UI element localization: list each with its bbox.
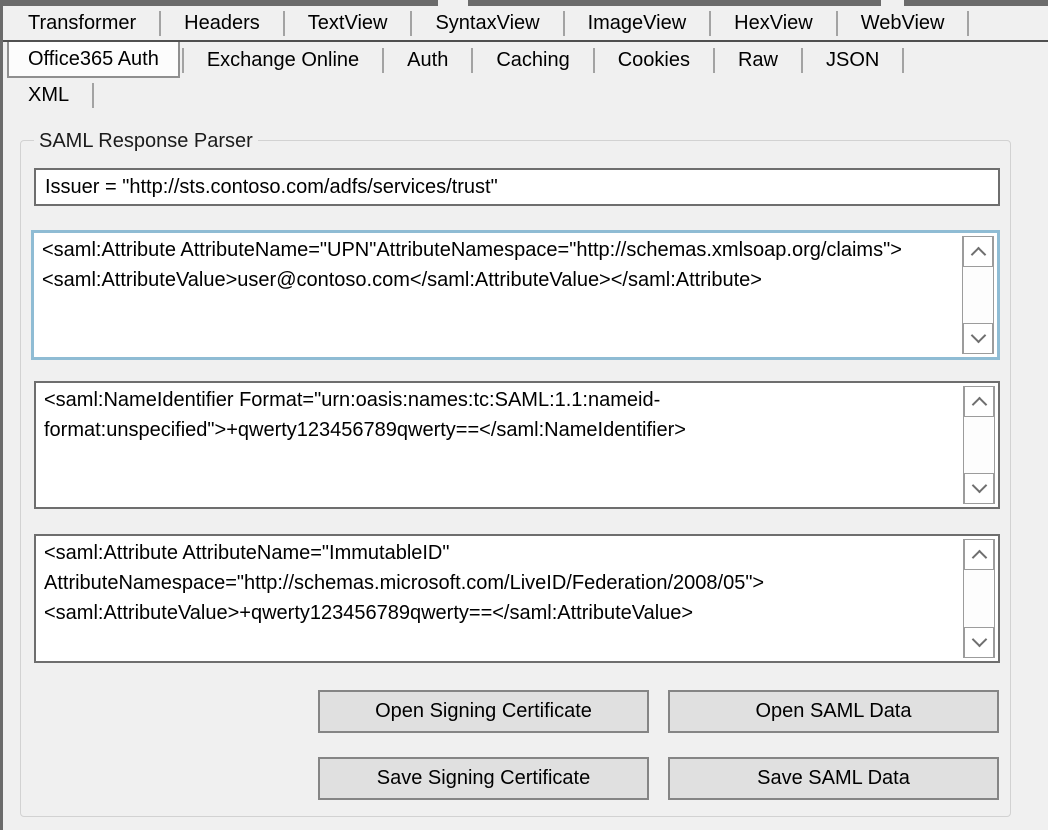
tab-separator — [92, 82, 95, 108]
scroll-down-button[interactable] — [964, 627, 994, 658]
tab-exchange-online[interactable]: Exchange Online — [186, 42, 380, 78]
inspector-panel: Transformer Headers TextView SyntaxView … — [0, 0, 1048, 830]
tab-json[interactable]: JSON — [805, 42, 900, 78]
tab-auth[interactable]: Auth — [386, 42, 469, 78]
tab-row-3: XML — [3, 78, 1048, 112]
chevron-down-icon — [970, 327, 986, 344]
tab-webview[interactable]: WebView — [840, 6, 966, 40]
tab-separator — [410, 10, 413, 36]
chevron-down-icon — [971, 477, 987, 494]
tab-separator — [181, 47, 184, 73]
tab-separator — [967, 10, 970, 36]
immutable-id-textbox[interactable]: <saml:Attribute AttributeName="Immutable… — [34, 534, 1000, 663]
scroll-down-button[interactable] — [964, 473, 994, 504]
tab-row-2: Office365 Auth Exchange Online Auth Cach… — [3, 40, 1048, 78]
tab-textview[interactable]: TextView — [287, 6, 409, 40]
name-identifier-text[interactable]: <saml:NameIdentifier Format="urn:oasis:n… — [36, 383, 963, 507]
chevron-up-icon — [970, 246, 986, 263]
open-saml-data-button[interactable]: Open SAML Data — [668, 690, 999, 733]
tab-separator — [592, 47, 595, 73]
chevron-up-icon — [971, 549, 987, 566]
groupbox-title: SAML Response Parser — [34, 130, 258, 153]
tab-xml[interactable]: XML — [7, 78, 90, 112]
name-identifier-textbox[interactable]: <saml:NameIdentifier Format="urn:oasis:n… — [34, 381, 1000, 509]
tab-separator — [902, 47, 905, 73]
tab-separator — [282, 10, 285, 36]
tab-hexview[interactable]: HexView — [713, 6, 834, 40]
tab-headers[interactable]: Headers — [163, 6, 281, 40]
tab-separator — [562, 10, 565, 36]
vertical-scrollbar[interactable] — [962, 236, 994, 354]
inspector-tabstrip: Transformer Headers TextView SyntaxView … — [3, 6, 1048, 112]
upn-attribute-textbox[interactable]: <saml:Attribute AttributeName="UPN"Attri… — [31, 230, 1000, 360]
tab-separator — [801, 47, 803, 73]
tab-separator — [471, 47, 474, 73]
tab-raw[interactable]: Raw — [717, 42, 799, 78]
tab-cookies[interactable]: Cookies — [597, 42, 711, 78]
left-edge-divider — [0, 0, 3, 830]
tab-transformer[interactable]: Transformer — [7, 6, 157, 40]
tab-separator — [712, 47, 715, 73]
issuer-field[interactable]: Issuer = "http://sts.contoso.com/adfs/se… — [34, 168, 1000, 206]
scroll-up-button[interactable] — [964, 539, 994, 570]
tab-separator — [835, 10, 838, 36]
vertical-scrollbar[interactable] — [963, 386, 995, 504]
scroll-up-button[interactable] — [964, 386, 994, 417]
tab-syntaxview[interactable]: SyntaxView — [414, 6, 560, 40]
tab-separator — [382, 47, 385, 73]
saml-response-parser-groupbox: SAML Response Parser Issuer = "http://st… — [20, 130, 1011, 817]
tab-row-1: Transformer Headers TextView SyntaxView … — [3, 6, 1048, 40]
tab-office365-auth[interactable]: Office365 Auth — [7, 42, 180, 78]
tab-caching[interactable]: Caching — [475, 42, 590, 78]
vertical-scrollbar[interactable] — [963, 539, 995, 658]
chevron-down-icon — [971, 631, 987, 648]
save-signing-certificate-button[interactable]: Save Signing Certificate — [318, 757, 649, 800]
tab-separator — [709, 10, 712, 36]
upn-attribute-text[interactable]: <saml:Attribute AttributeName="UPN"Attri… — [34, 233, 962, 357]
immutable-id-text[interactable]: <saml:Attribute AttributeName="Immutable… — [36, 536, 963, 661]
issuer-value: Issuer = "http://sts.contoso.com/adfs/se… — [45, 175, 498, 198]
save-saml-data-button[interactable]: Save SAML Data — [668, 757, 999, 800]
scroll-down-button[interactable] — [963, 323, 993, 354]
open-signing-certificate-button[interactable]: Open Signing Certificate — [318, 690, 649, 733]
tab-separator — [159, 10, 162, 36]
chevron-up-icon — [971, 396, 987, 413]
tab-imageview[interactable]: ImageView — [567, 6, 708, 40]
scroll-up-button[interactable] — [963, 236, 993, 267]
